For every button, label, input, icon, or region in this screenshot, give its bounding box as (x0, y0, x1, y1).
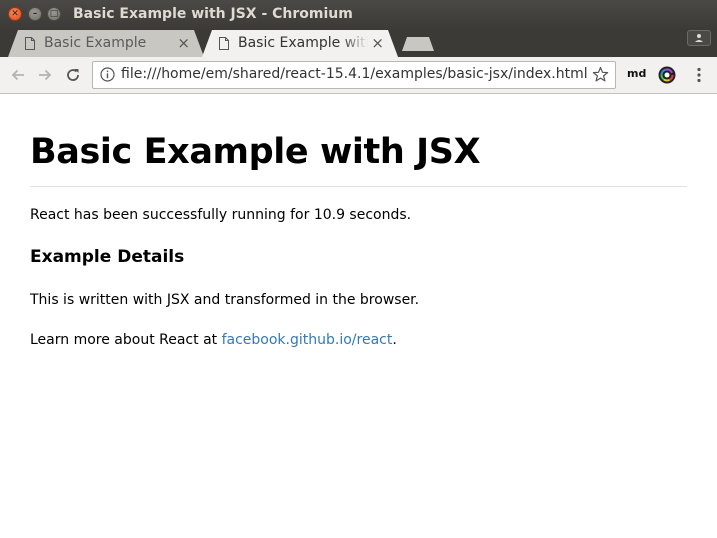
page-content: Basic Example with JSX React has been su… (0, 94, 717, 538)
page-title: Basic Example with JSX (30, 132, 481, 172)
tab-label: Basic Example (44, 35, 147, 51)
learn-more-paragraph: Learn more about React at facebook.githu… (30, 332, 397, 348)
maximize-icon: □ (49, 9, 59, 19)
address-bar[interactable]: file:///home/em/shared/react-15.4.1/exam… (92, 61, 616, 89)
window-minimize-button[interactable]: – (28, 7, 42, 21)
tab-strip: Basic Example × Basic Example with JSX × (0, 30, 717, 57)
tab-close-icon[interactable]: × (177, 34, 190, 52)
forward-icon[interactable] (36, 66, 54, 84)
reload-icon[interactable] (64, 66, 82, 84)
back-icon[interactable] (9, 66, 27, 84)
new-tab-button[interactable] (402, 37, 434, 51)
running-status-text: React has been successfully running for … (30, 207, 412, 223)
close-icon: ✕ (11, 9, 19, 19)
window-titlebar: ✕ – □ Basic Example with JSX - Chromium (0, 0, 717, 30)
window-title: Basic Example with JSX - Chromium (73, 6, 353, 22)
learn-more-suffix: . (392, 332, 397, 348)
tab-close-icon[interactable]: × (371, 34, 384, 52)
bookmark-star-icon[interactable] (592, 66, 609, 83)
menu-icon[interactable] (692, 66, 706, 84)
url-text[interactable]: file:///home/em/shared/react-15.4.1/exam… (121, 66, 588, 82)
react-link[interactable]: facebook.github.io/react (222, 332, 393, 348)
tab-basic-example-with-jsx[interactable]: Basic Example with JSX × (202, 30, 398, 57)
tab-label: Basic Example with JSX (238, 35, 368, 51)
tab-basic-example[interactable]: Basic Example × (8, 30, 204, 57)
profile-button[interactable] (687, 30, 711, 46)
info-icon[interactable] (100, 67, 115, 82)
learn-more-prefix: Learn more about React at (30, 332, 222, 348)
details-text: This is written with JSX and transformed… (30, 292, 420, 308)
color-picker-extension-icon[interactable] (658, 66, 676, 84)
markdown-extension-button[interactable]: md (627, 67, 646, 80)
page-icon (25, 37, 35, 50)
minimize-icon: – (32, 9, 38, 19)
person-icon (695, 34, 703, 42)
page-icon (219, 37, 229, 50)
heading-divider (30, 186, 687, 187)
window-close-button[interactable]: ✕ (8, 7, 22, 21)
details-heading: Example Details (30, 247, 185, 267)
window-maximize-button[interactable]: □ (47, 7, 61, 21)
